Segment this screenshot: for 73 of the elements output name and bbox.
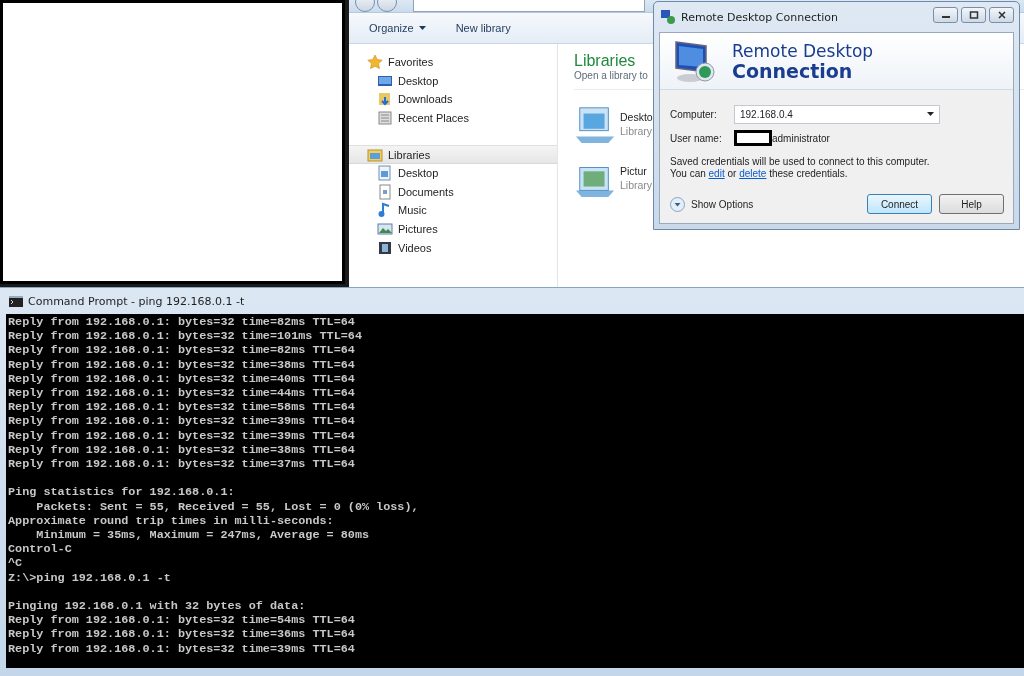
nav-item[interactable]: Recent Places — [349, 108, 557, 128]
credentials-note: Saved credentials will be used to connect to this computer. — [670, 156, 931, 168]
console-line: Z:\>ping 192.168.0.1 -t — [8, 570, 171, 585]
star-icon — [367, 54, 383, 71]
toolbar-button[interactable]: Organize — [367, 20, 428, 36]
console-line: Reply from 192.168.0.1: bytes=32 time=40ms TTL=64 — [8, 371, 355, 386]
window-title: Command Prompt - ping 192.168.0.1 -t — [28, 294, 245, 308]
console-line: Reply from 192.168.0.1: bytes=32 time=82ms TTL=64 — [8, 343, 355, 358]
library-icon — [574, 104, 616, 144]
library-name[interactable]: Pictur — [620, 164, 653, 178]
console-line: Ping statistics for 192.168.0.1: — [8, 485, 235, 500]
console-line: Reply from 192.168.0.1: bytes=32 time=36ms TTL=64 — [8, 627, 355, 642]
console-line: Control-C — [8, 542, 72, 557]
console-line: Packets: Sent = 55, Received = 55, Lost = 0 (0% loss), — [35, 499, 419, 514]
nav-item[interactable]: Desktop — [349, 71, 557, 91]
close-button[interactable] — [989, 7, 1014, 23]
image-icon — [377, 221, 393, 238]
page-subheading: Open a library to — [574, 70, 648, 81]
banner-title: Remote Desktop — [732, 41, 874, 61]
nav-item[interactable]: Videos — [349, 238, 557, 257]
console-line: Reply from 192.168.0.1: bytes=32 time=44ms TTL=64 — [8, 386, 355, 401]
page-heading: Libraries — [574, 52, 636, 69]
console-line: Reply from 192.168.0.1: bytes=32 time=82ms TTL=64 — [8, 315, 355, 330]
console-line: Reply from 192.168.0.1: bytes=32 time=39ms TTL=64 — [8, 414, 355, 429]
library-type: Library — [620, 178, 653, 192]
console-line: ^C — [8, 556, 23, 571]
console-line: Reply from 192.168.0.1: bytes=32 time=39ms TTL=64 — [8, 641, 355, 656]
nav-section[interactable]: Libraries — [349, 145, 557, 164]
redaction-box — [734, 130, 772, 146]
console-line: Reply from 192.168.0.1: bytes=32 time=38ms TTL=64 — [8, 357, 355, 372]
field-label: User name: — [670, 132, 723, 144]
console-line: Approximate round trip times in milli-seconds: — [8, 513, 334, 529]
console-line: Reply from 192.168.0.1: bytes=32 time=58ms TTL=64 — [8, 400, 355, 415]
document-icon — [377, 183, 393, 200]
console-line: Reply from 192.168.0.1: bytes=32 time=101ms TTL=64 — [8, 329, 362, 344]
console-line: Reply from 192.168.0.1: bytes=32 time=54ms TTL=64 — [8, 613, 355, 628]
edit-link[interactable]: edit — [708, 168, 725, 179]
caret-icon — [927, 112, 934, 116]
nav-item[interactable]: Pictures — [349, 219, 557, 239]
delete-link[interactable]: delete — [739, 168, 767, 179]
console-line: Reply from 192.168.0.1: bytes=32 time=37ms TTL=64 — [8, 457, 355, 472]
library-name[interactable]: Deskto — [620, 110, 653, 124]
console-icon — [9, 295, 23, 307]
nav-item[interactable]: Desktop — [349, 163, 557, 183]
console-line: Reply from 192.168.0.1: bytes=32 time=39ms TTL=64 — [8, 428, 355, 443]
help-button[interactable]: Help — [939, 194, 1004, 214]
console-line: Minimum = 35ms, Maximum = 247ms, Average = 80ms — [35, 528, 370, 543]
console-line: Reply from 192.168.0.1: bytes=32 time=38ms TTL=64 — [8, 442, 355, 458]
nav-item[interactable]: Music — [349, 201, 557, 220]
banner-title: Connection — [732, 61, 853, 81]
credentials-note: You can edit or delete these credentials. — [670, 168, 849, 180]
folder-icon — [377, 91, 393, 108]
connect-button[interactable]: Connect — [867, 194, 932, 214]
nav-section[interactable]: Favorites — [349, 53, 557, 72]
computer-combobox[interactable]: 192.168.0.4 — [734, 104, 940, 124]
maximize-icon — [968, 11, 979, 19]
show-options-button[interactable]: Show Options — [670, 196, 860, 212]
library-type: Library — [620, 124, 653, 138]
folder-icon — [367, 146, 383, 163]
nav-item[interactable]: Downloads — [349, 90, 557, 109]
maximize-button[interactable] — [961, 7, 986, 23]
username-value: administrator — [772, 132, 830, 144]
document-icon — [377, 165, 393, 182]
caret-icon — [418, 26, 426, 30]
minimize-button[interactable] — [933, 7, 958, 23]
toolbar-button[interactable]: New library — [453, 20, 513, 36]
chevron-down-icon — [670, 196, 685, 212]
field-label: Computer: — [670, 108, 718, 120]
close-icon — [996, 11, 1007, 19]
document-icon — [377, 110, 393, 127]
nav-item[interactable]: Documents — [349, 182, 557, 202]
console-line: Pinging 192.168.0.1 with 32 bytes of data: — [8, 599, 306, 614]
window-title: Remote Desktop Connection — [681, 10, 840, 24]
